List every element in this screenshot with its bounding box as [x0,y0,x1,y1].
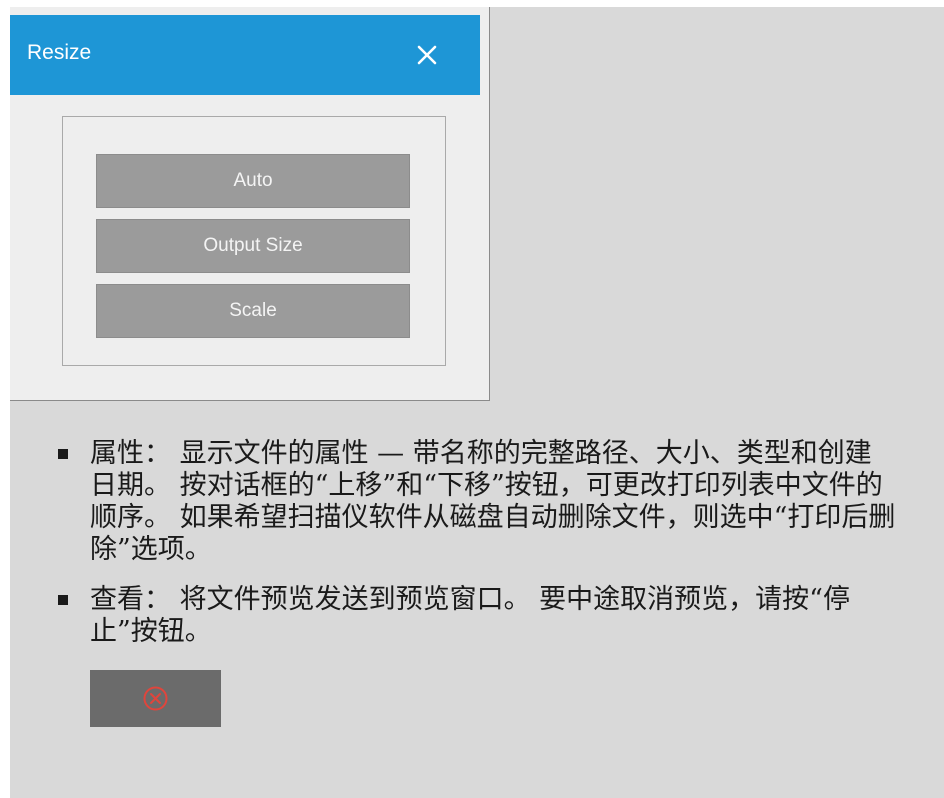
close-button[interactable] [405,33,449,77]
help-bullet-list: 属性： 显示文件的属性 — 带名称的完整路径、大小、类型和创建日期。 按对话框的… [58,438,898,666]
auto-button[interactable]: Auto [96,154,410,208]
resize-options-group: Auto Output Size Scale [62,116,446,366]
properties-description: 属性： 显示文件的属性 — 带名称的完整路径、大小、类型和创建日期。 按对话框的… [90,438,896,565]
scale-button[interactable]: Scale [96,284,410,338]
resize-dialog: Resize Auto Output Size Scale [10,7,490,401]
close-icon [417,45,437,65]
bullet-square-icon [58,449,68,459]
dialog-title: Resize [27,41,92,64]
dialog-titlebar: Resize [10,15,480,95]
stop-icon [143,686,168,711]
bullet-square-icon [58,595,68,605]
list-item: 查看： 将文件预览发送到预览窗口。 要中途取消预览，请按“停止”按钮。 [58,584,898,648]
output-size-button[interactable]: Output Size [96,219,410,273]
stop-button[interactable] [90,670,221,727]
view-description: 查看： 将文件预览发送到预览窗口。 要中途取消预览，请按“停止”按钮。 [90,584,850,647]
list-item: 属性： 显示文件的属性 — 带名称的完整路径、大小、类型和创建日期。 按对话框的… [58,438,898,566]
